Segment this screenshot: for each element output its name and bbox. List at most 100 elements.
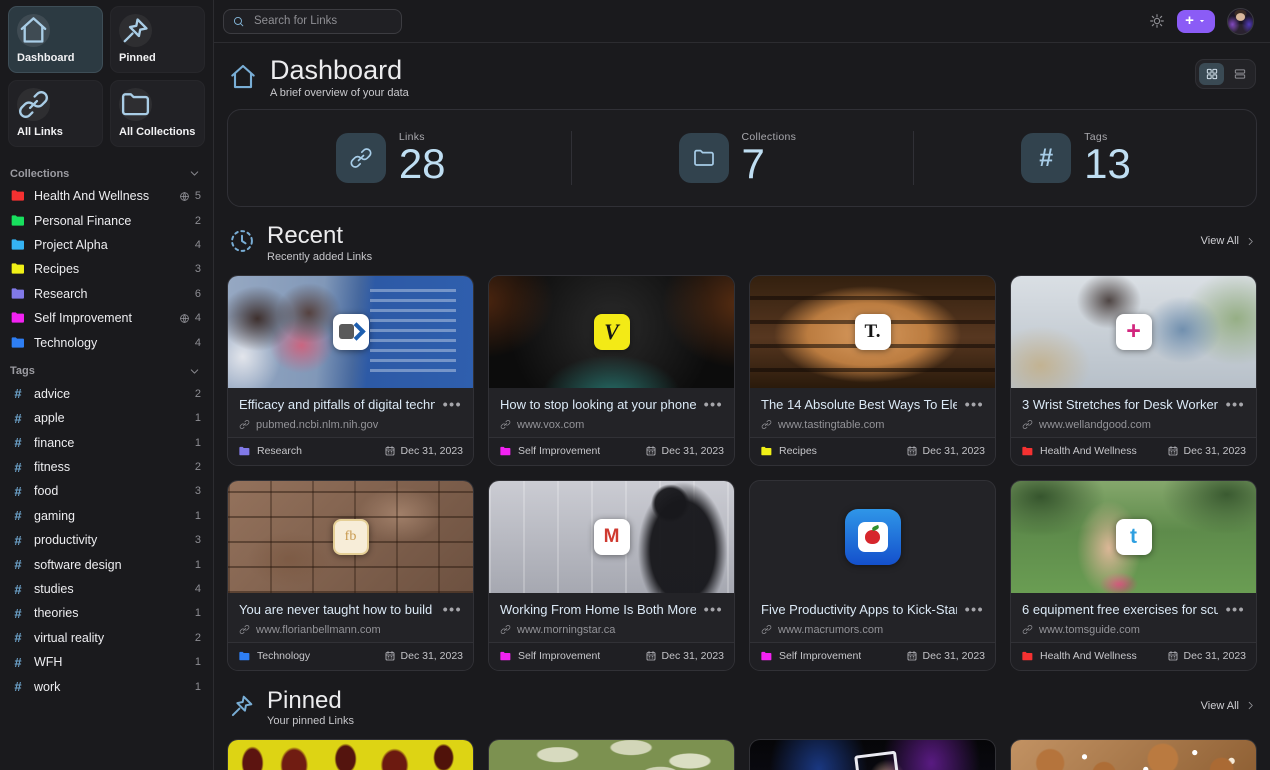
stat-value: 7 xyxy=(742,143,806,186)
card-collection[interactable]: Self Improvement xyxy=(760,650,861,663)
folder-icon xyxy=(1021,445,1034,458)
card-menu-button[interactable]: ••• xyxy=(704,602,723,613)
tag-name: finance xyxy=(34,436,187,450)
hash-icon: # xyxy=(10,655,26,670)
sidebar-tile-dashboard[interactable]: Dashboard xyxy=(8,6,103,73)
tag-item[interactable]: #fitness2 xyxy=(0,455,213,479)
sidebar-tile-all-links[interactable]: All Links xyxy=(8,80,103,147)
chevdown-icon xyxy=(188,365,201,378)
link-icon xyxy=(500,419,511,430)
collection-item[interactable]: Health And Wellness5 xyxy=(0,184,213,208)
sidebar-tile-label: All Collections xyxy=(119,126,196,138)
link-url-text: www.morningstar.ca xyxy=(517,624,615,636)
card-date-text: Dec 31, 2023 xyxy=(401,445,463,457)
chevron-down-icon[interactable] xyxy=(188,167,201,180)
theme-toggle-button[interactable] xyxy=(1149,13,1165,29)
card-collection[interactable]: Recipes xyxy=(760,445,817,458)
link-card[interactable]: +3 Wrist Stretches for Desk Workers to D… xyxy=(1010,275,1257,466)
link-card[interactable]: T.The 14 Absolute Best Ways To Elevate F… xyxy=(749,275,996,466)
collection-item[interactable]: Technology4 xyxy=(0,330,213,354)
link-title: Working From Home Is Both More and L... xyxy=(500,602,696,617)
tag-item[interactable]: #advice2 xyxy=(0,382,213,406)
page-header: Dashboard A brief overview of your data xyxy=(228,55,1256,99)
collection-count: 5 xyxy=(179,190,201,202)
pinned-link-card[interactable] xyxy=(1010,739,1257,770)
view-all-label: View All xyxy=(1201,700,1239,712)
link-url-text: www.vox.com xyxy=(517,419,584,431)
collections-section-header[interactable]: Collections xyxy=(0,157,213,184)
card-date: Dec 31, 2023 xyxy=(645,650,724,662)
recent-view-all-link[interactable]: View All xyxy=(1201,235,1256,247)
card-collection[interactable]: Health And Wellness xyxy=(1021,445,1137,458)
calendar-icon xyxy=(906,445,918,457)
card-menu-button[interactable]: ••• xyxy=(965,397,984,408)
tag-item[interactable]: #WFH1 xyxy=(0,650,213,674)
stat-value: 28 xyxy=(399,143,463,186)
page-title: Dashboard xyxy=(270,55,409,86)
card-footer: RecipesDec 31, 2023 xyxy=(750,437,995,465)
card-menu-button[interactable]: ••• xyxy=(1226,397,1245,408)
tag-item[interactable]: #work1 xyxy=(0,674,213,698)
link-thumbnail: fb xyxy=(228,481,473,593)
pinned-link-card[interactable] xyxy=(227,739,474,770)
calendar-icon xyxy=(645,650,657,662)
pinned-view-all-link[interactable]: View All xyxy=(1201,700,1256,712)
tag-item[interactable]: #theories1 xyxy=(0,601,213,625)
tag-item[interactable]: #virtual reality2 xyxy=(0,626,213,650)
list-view-button[interactable] xyxy=(1227,63,1252,85)
count-value: 4 xyxy=(195,239,201,251)
pinned-link-card[interactable] xyxy=(488,739,735,770)
grid-view-button[interactable] xyxy=(1199,63,1224,85)
tag-count: 1 xyxy=(195,681,201,693)
card-menu-button[interactable]: ••• xyxy=(965,602,984,613)
search-input[interactable] xyxy=(252,14,393,28)
card-footer: Self Improvement Dec 31, 2023 xyxy=(489,642,734,670)
collection-item[interactable]: Project Alpha4 xyxy=(0,233,213,257)
card-collection[interactable]: Research xyxy=(238,445,302,458)
link-card[interactable]: t6 equipment free exercises for sculptin… xyxy=(1010,480,1257,671)
link-card[interactable]: Efficacy and pitfalls of digital technol… xyxy=(227,275,474,466)
tag-item[interactable]: #gaming1 xyxy=(0,504,213,528)
link-card[interactable]: VHow to stop looking at your phone - Vox… xyxy=(488,275,735,466)
card-collection-name: Self Improvement xyxy=(518,650,600,662)
sidebar-tile-pinned[interactable]: Pinned xyxy=(110,6,205,73)
card-menu-button[interactable]: ••• xyxy=(1226,602,1245,613)
tag-item[interactable]: #productivity3 xyxy=(0,528,213,552)
link-card[interactable]: Five Productivity Apps to Kick-Start the… xyxy=(749,480,996,671)
sidebar-tile-all-collections[interactable]: All Collections xyxy=(110,80,205,147)
card-collection[interactable]: Self Improvement xyxy=(499,445,600,458)
search-bar[interactable] xyxy=(223,9,402,34)
clock-icon xyxy=(228,227,256,263)
card-footer: Health And WellnessDec 31, 2023 xyxy=(1011,642,1256,670)
count-value: 6 xyxy=(195,288,201,300)
tag-item[interactable]: #food3 xyxy=(0,479,213,503)
collection-item[interactable]: Personal Finance2 xyxy=(0,208,213,232)
tag-item[interactable]: #software design1 xyxy=(0,552,213,576)
collection-item[interactable]: Research6 xyxy=(0,282,213,306)
pinned-link-card[interactable] xyxy=(749,739,996,770)
tags-section-header[interactable]: Tags xyxy=(0,355,213,382)
card-date: Dec 31, 2023 xyxy=(645,445,724,457)
tag-item[interactable]: #studies4 xyxy=(0,577,213,601)
chevron-down-icon[interactable] xyxy=(188,365,201,378)
collection-name: Personal Finance xyxy=(34,214,187,228)
tag-item[interactable]: #finance1 xyxy=(0,431,213,455)
add-new-button[interactable]: + xyxy=(1177,10,1215,33)
card-collection[interactable]: Health And Wellness xyxy=(1021,650,1137,663)
card-menu-button[interactable]: ••• xyxy=(443,602,462,613)
card-collection[interactable]: Self Improvement xyxy=(499,650,600,663)
card-menu-button[interactable]: ••• xyxy=(704,397,723,408)
card-menu-button[interactable]: ••• xyxy=(443,397,462,408)
calendar-icon xyxy=(906,650,918,662)
link-card[interactable]: MWorking From Home Is Both More and L...… xyxy=(488,480,735,671)
collection-item[interactable]: Recipes3 xyxy=(0,257,213,281)
collection-item[interactable]: Self Improvement4 xyxy=(0,306,213,330)
tag-item[interactable]: #apple1 xyxy=(0,406,213,430)
search-icon xyxy=(232,15,245,28)
tag-count: 3 xyxy=(195,534,201,546)
link-card[interactable]: fbYou are never taught how to build qual… xyxy=(227,480,474,671)
card-collection[interactable]: Technology xyxy=(238,650,310,663)
tag-name: WFH xyxy=(34,655,187,669)
folder-icon xyxy=(10,310,26,326)
avatar[interactable] xyxy=(1227,8,1254,35)
